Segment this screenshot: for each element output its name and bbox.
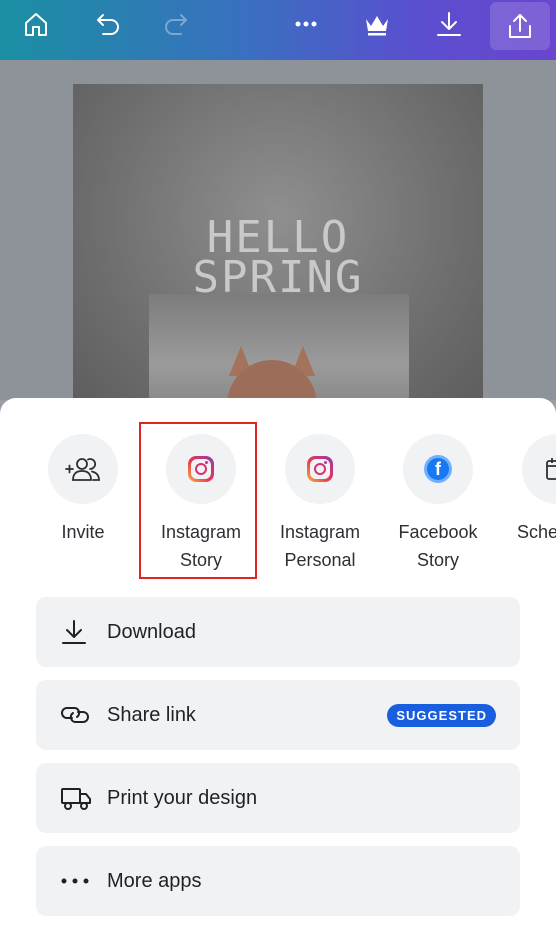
download-label: Download xyxy=(107,620,196,643)
design-photo xyxy=(149,294,409,414)
share-sheet: Invite Instagram Story Instagram Persona… xyxy=(0,398,556,952)
home-icon xyxy=(25,13,47,36)
download-icon xyxy=(437,12,461,36)
link-icon xyxy=(60,703,100,727)
print-design-button[interactable]: Print your design xyxy=(36,763,520,833)
redo-icon xyxy=(165,14,187,35)
share-target-circle xyxy=(48,434,118,504)
canvas-area: HELLO SPRING xyxy=(0,60,556,414)
crown-icon xyxy=(366,16,388,36)
share-target-facebook-story[interactable]: f Facebook Story xyxy=(379,434,497,574)
instagram-icon xyxy=(307,456,333,482)
more-apps-button[interactable]: More apps xyxy=(36,846,520,916)
share-target-label: Instagram Personal xyxy=(279,522,361,570)
share-target-label: Invite xyxy=(61,522,105,542)
invite-people-icon xyxy=(65,458,100,481)
undo-icon xyxy=(97,14,119,35)
highlight-box xyxy=(139,422,257,579)
more-apps-label: More apps xyxy=(107,869,202,892)
share-target-invite[interactable]: Invite xyxy=(24,434,142,546)
premium-button[interactable] xyxy=(347,0,407,48)
more-icon xyxy=(295,21,317,27)
calendar-icon xyxy=(546,458,556,480)
redo-button[interactable] xyxy=(146,0,206,48)
download-button[interactable]: Download xyxy=(36,597,520,667)
more-horizontal-icon xyxy=(60,876,100,886)
share-button[interactable] xyxy=(490,2,550,50)
share-target-label: Sche xyxy=(517,522,556,542)
share-target-label: Facebook Story xyxy=(398,522,478,570)
more-options-button[interactable] xyxy=(276,0,336,48)
share-targets-row: Invite Instagram Story Instagram Persona… xyxy=(0,422,556,584)
suggested-badge: SUGGESTED xyxy=(387,704,496,727)
truck-icon xyxy=(60,785,100,811)
download-icon xyxy=(60,618,100,646)
share-link-button[interactable]: Share link SUGGESTED xyxy=(36,680,520,750)
share-target-instagram-personal[interactable]: Instagram Personal xyxy=(261,434,379,574)
design-preview[interactable]: HELLO SPRING xyxy=(73,84,483,414)
home-button[interactable] xyxy=(6,0,66,48)
download-top-button[interactable] xyxy=(419,0,479,48)
share-target-circle xyxy=(285,434,355,504)
share-link-label: Share link xyxy=(107,703,196,726)
print-design-label: Print your design xyxy=(107,786,258,809)
top-toolbar xyxy=(0,0,556,60)
share-target-circle xyxy=(522,434,556,504)
share-target-circle: f xyxy=(403,434,473,504)
facebook-icon: f xyxy=(424,455,452,483)
undo-button[interactable] xyxy=(78,0,138,48)
share-target-schedule[interactable]: Sche xyxy=(497,434,556,546)
share-icon xyxy=(509,14,531,38)
